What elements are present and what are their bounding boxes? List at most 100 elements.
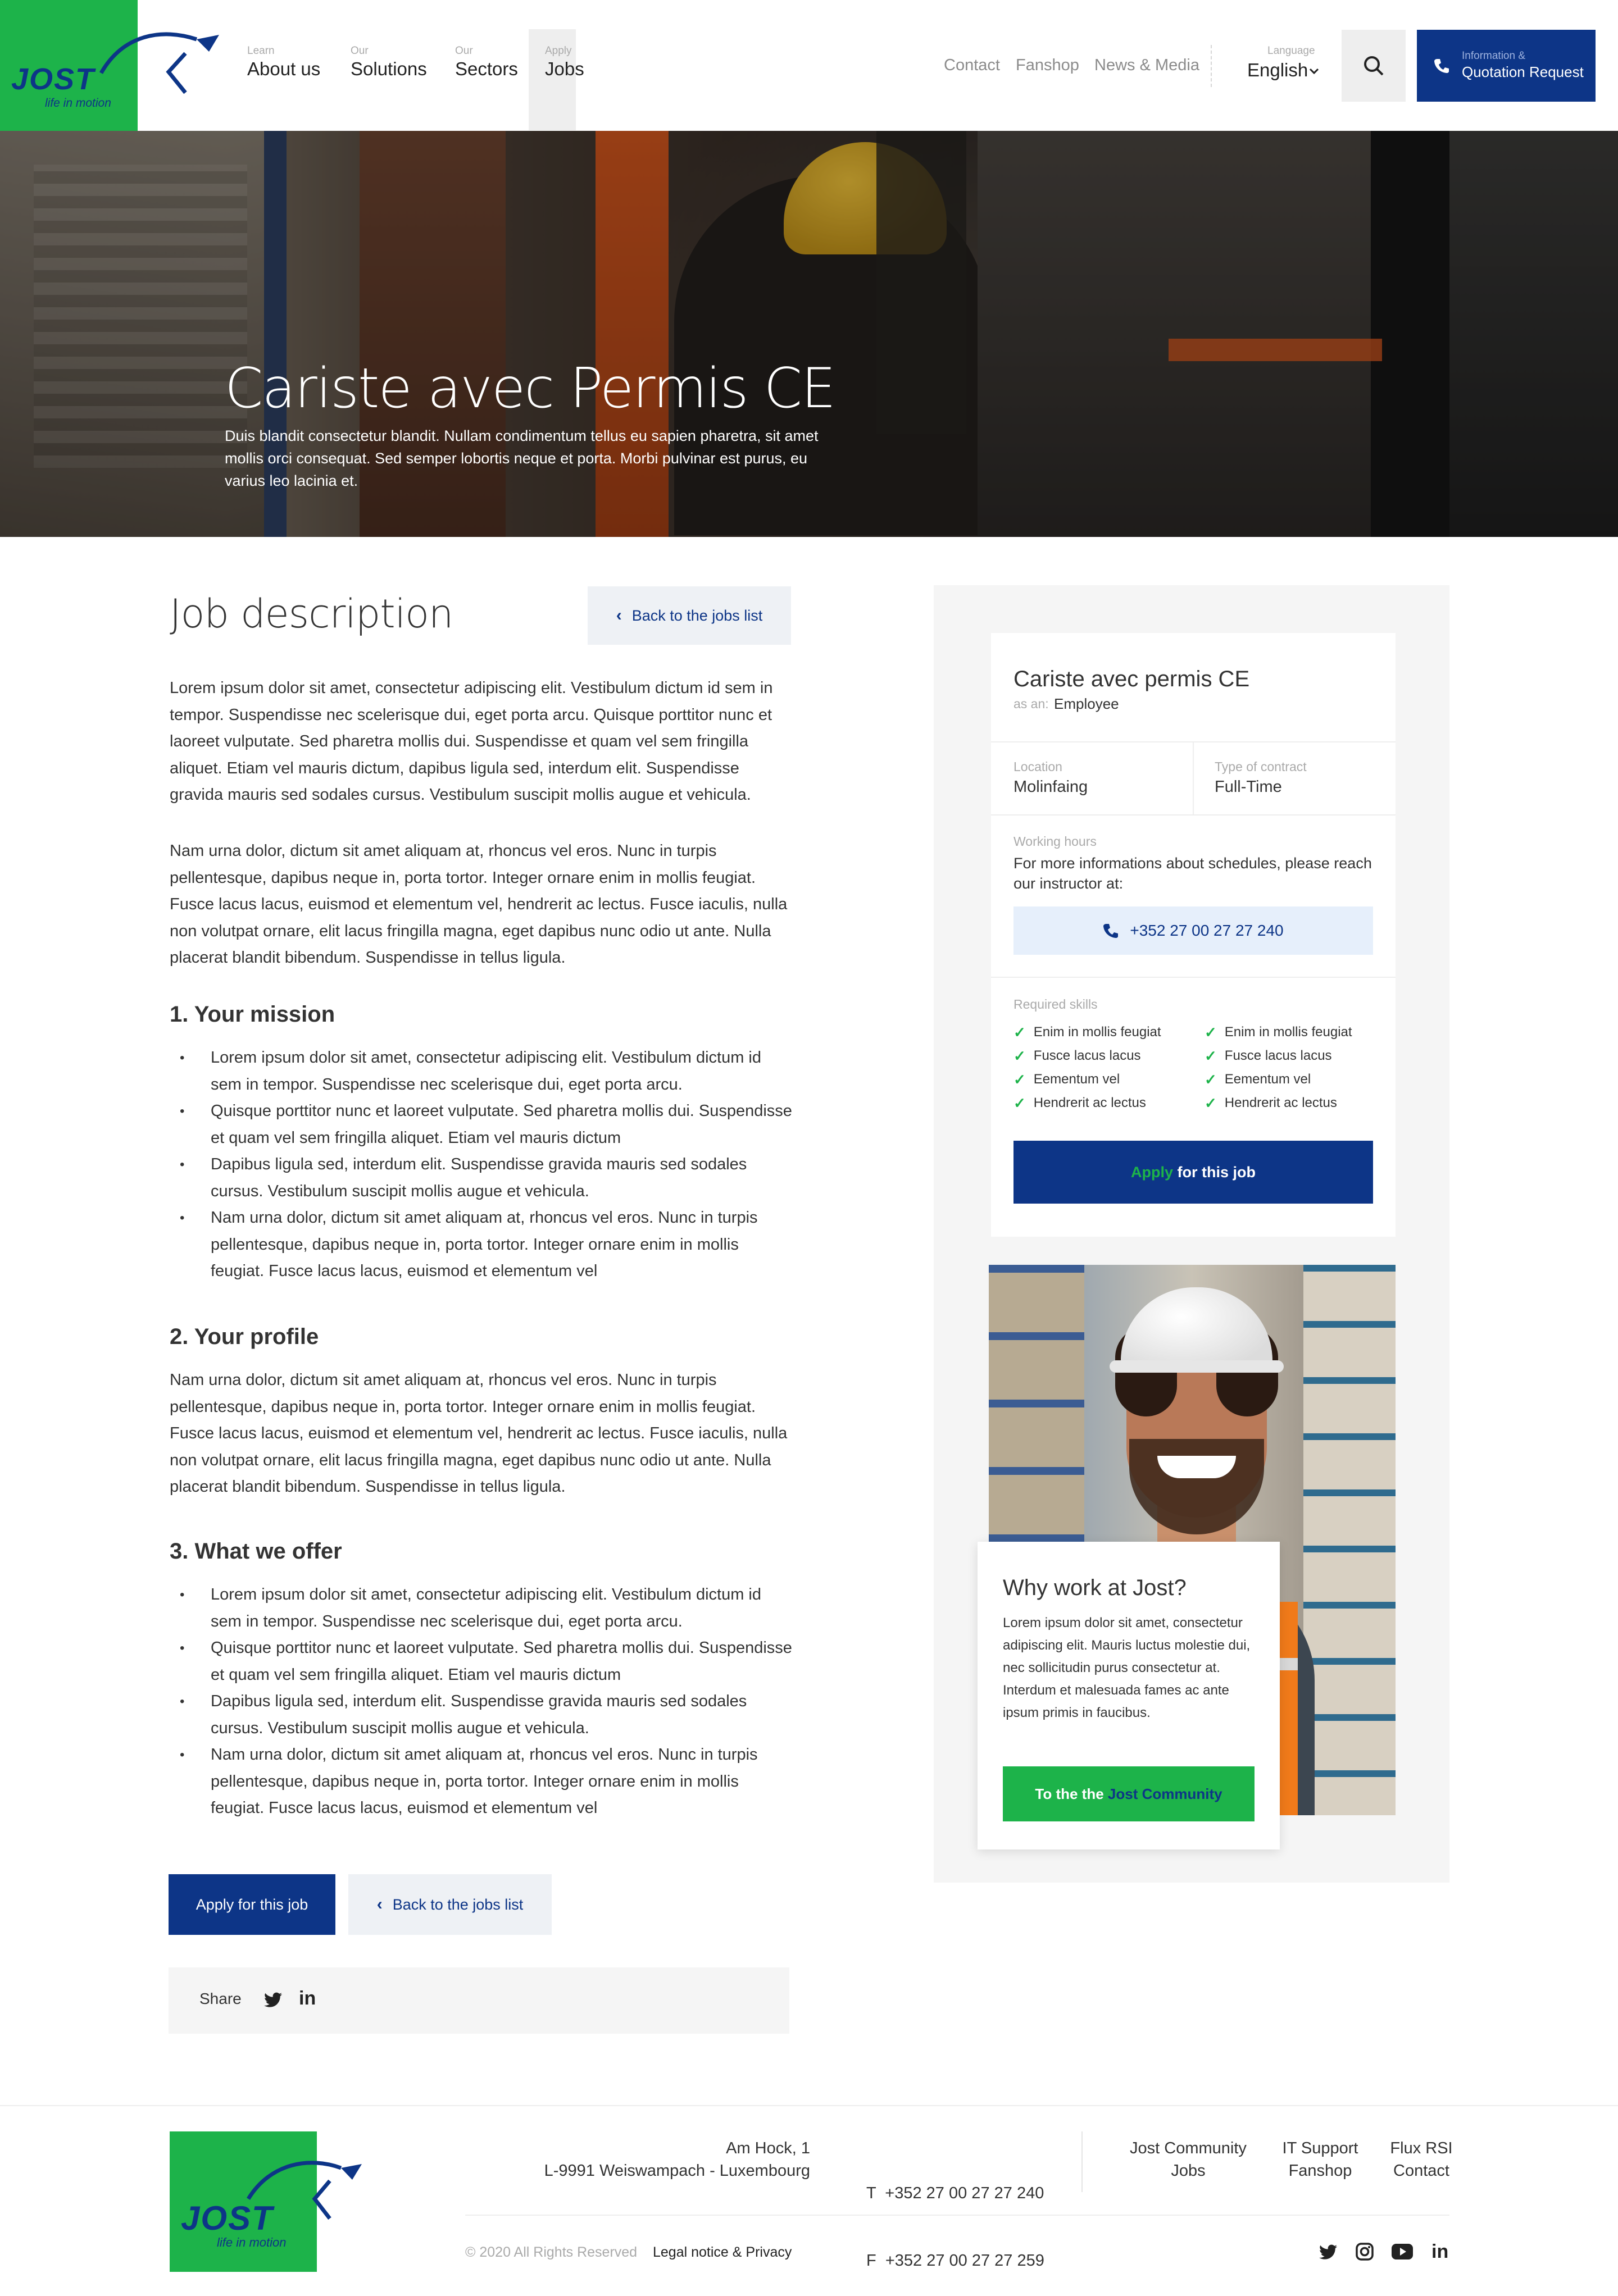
skill-item: ✓ Hendrerit ac lectus	[1013, 1091, 1161, 1115]
phone-icon	[1434, 59, 1449, 73]
working-hours-label: Working hours	[1013, 834, 1097, 849]
skill-item: ✓ Eementum vel	[1013, 1068, 1161, 1091]
check-icon: ✓	[1205, 1094, 1217, 1111]
address-line: L-9991 Weiswampach - Luxembourg	[544, 2162, 810, 2180]
divider	[991, 977, 1396, 978]
footer-link[interactable]: Jobs	[1129, 2160, 1247, 2182]
nav-item-about[interactable]: Learn About us	[247, 45, 320, 87]
card-title: Cariste avec permis CE	[1013, 667, 1250, 691]
apply-label: for this job	[1173, 1163, 1256, 1181]
footer-jost-logo[interactable]: JOST life in motion	[170, 2131, 362, 2272]
why-title: Why work at Jost?	[1003, 1575, 1187, 1600]
twitter-icon[interactable]	[1319, 2244, 1337, 2260]
share-label: Share	[199, 1990, 242, 2007]
skill-label: Fusce lacus lacus	[1033, 1048, 1141, 1063]
linkedin-icon[interactable]: in	[1431, 2241, 1448, 2263]
util-link-fanshop[interactable]: Fanshop	[1016, 56, 1079, 75]
footer-phone[interactable]: T +352 27 00 27 27 240	[866, 2182, 1044, 2204]
hero-banner: Cariste avec Permis CE Duis blandit cons…	[0, 131, 1618, 537]
list-item: Dapibus ligula sed, interdum elit. Suspe…	[180, 1688, 795, 1742]
nav-item-label: About us	[247, 58, 321, 79]
back-to-jobs-button[interactable]: ‹ Back to the jobs list	[348, 1874, 552, 1935]
chevron-down-icon	[1309, 68, 1319, 75]
check-icon: ✓	[1013, 1047, 1026, 1064]
contract-value: Full-Time	[1215, 778, 1282, 796]
nav-item-solutions[interactable]: Our Solutions	[351, 45, 427, 87]
profile-paragraph: Nam urna dolor, dictum sit amet aliquam …	[170, 1371, 788, 1496]
list-item: Lorem ipsum dolor sit amet, consectetur …	[180, 1582, 795, 1635]
nav-item-label: Sectors	[455, 58, 518, 79]
list-item: Quisque porttitor nunc et laoreet vulput…	[180, 1098, 795, 1151]
phone-icon	[1103, 924, 1119, 938]
phone-contact-button[interactable]: +352 27 00 27 27 240	[1013, 906, 1373, 955]
chevron-left-icon: ‹	[616, 606, 622, 625]
legal-link[interactable]: Legal notice & Privacy	[653, 2244, 792, 2261]
footer-link[interactable]: Jost Community	[1129, 2137, 1247, 2160]
skills-list-left: ✓ Enim in mollis feugiat ✓ Fusce lacus lac…	[1013, 1021, 1161, 1115]
skill-label: Enim in mollis feugiat	[1224, 1024, 1352, 1040]
apply-button[interactable]: Apply for this job	[1013, 1141, 1373, 1204]
apply-button[interactable]: Apply for this job	[169, 1874, 335, 1935]
language-value: English	[1247, 60, 1308, 80]
youtube-icon[interactable]	[1391, 2243, 1414, 2260]
nav-item-label: Jobs	[545, 58, 584, 79]
cta-label: Quotation Request	[1462, 63, 1584, 80]
location-label: Location	[1013, 759, 1062, 774]
divider	[1081, 2131, 1083, 2192]
check-icon: ✓	[1013, 1070, 1026, 1088]
skill-item: ✓ Fusce lacus lacus	[1205, 1044, 1352, 1068]
nav-item-small-label: Our	[455, 45, 473, 57]
copyright: © 2020 All Rights Reserved	[465, 2244, 638, 2260]
site-header: JOST life in motion Learn About us Our S…	[0, 0, 1618, 131]
contract-label: Type of contract	[1215, 759, 1307, 774]
card-as-label: as an:	[1013, 696, 1049, 711]
card-as-value: Employee	[1054, 695, 1119, 712]
jost-logo[interactable]: JOST life in motion	[0, 0, 219, 131]
nav-item-small-label: Our	[351, 45, 369, 57]
skill-label: Eementum vel	[1033, 1072, 1120, 1087]
footer-links-col: Flux RSI Contact	[1382, 2137, 1461, 2182]
job-summary-card: Cariste avec permis CE as an: Employee L…	[991, 633, 1396, 1237]
footer-link[interactable]: Contact	[1382, 2160, 1461, 2182]
intro-paragraph: Lorem ipsum dolor sit amet, consectetur …	[170, 679, 773, 804]
list-item: Quisque porttitor nunc et laoreet vulput…	[180, 1635, 795, 1688]
list-item: Nam urna dolor, dictum sit amet aliquam …	[180, 1742, 795, 1822]
back-button-label: Back to the jobs list	[631, 607, 763, 624]
language-label: Language	[1267, 45, 1315, 57]
footer-link[interactable]: Flux RSI	[1382, 2137, 1461, 2160]
apply-highlight: Apply	[1131, 1163, 1174, 1181]
quotation-request-button[interactable]: Information & Quotation Request	[1417, 30, 1596, 102]
skill-item: ✓ Eementum vel	[1205, 1068, 1352, 1091]
instagram-icon[interactable]	[1355, 2242, 1374, 2261]
logo-wordmark: JOST	[181, 2199, 274, 2237]
list-item: Dapibus ligula sed, interdum elit. Suspe…	[180, 1151, 795, 1205]
offer-list: Lorem ipsum dolor sit amet, consectetur …	[180, 1582, 795, 1822]
footer-address: Am Hock, 1 L-9991 Weiswampach - Luxembou…	[528, 2137, 810, 2182]
util-link-news[interactable]: News & Media	[1094, 56, 1199, 75]
check-icon: ✓	[1205, 1047, 1217, 1064]
logo-tagline: life in motion	[217, 2235, 287, 2249]
skill-label: Hendrerit ac lectus	[1224, 1095, 1337, 1110]
phone-number: +352 27 00 27 27 240	[1130, 922, 1284, 939]
nav-item-sectors[interactable]: Our Sectors	[455, 45, 518, 87]
nav-item-jobs[interactable]: Apply Jobs	[545, 45, 584, 87]
footer-links-col: Jost Community Jobs	[1129, 2137, 1247, 2182]
cta-small-label: Information &	[1462, 50, 1525, 62]
mission-list: Lorem ipsum dolor sit amet, consectetur …	[180, 1045, 795, 1285]
footer-top-border	[0, 2105, 1618, 2106]
twitter-icon[interactable]	[264, 1992, 282, 2008]
section-title-offer: 3. What we offer	[170, 1539, 342, 1564]
nav-item-label: Solutions	[351, 58, 427, 79]
search-button[interactable]	[1342, 30, 1406, 102]
footer-link[interactable]: IT Support	[1275, 2137, 1365, 2160]
skill-label: Fusce lacus lacus	[1224, 1048, 1332, 1063]
back-to-jobs-button[interactable]: ‹ Back to the jobs list	[588, 586, 791, 645]
util-link-contact[interactable]: Contact	[944, 56, 1000, 75]
linkedin-icon[interactable]: in	[299, 1988, 316, 2010]
why-work-card: Why work at Jost? Lorem ipsum dolor sit …	[978, 1542, 1280, 1849]
skill-item: ✓ Hendrerit ac lectus	[1205, 1091, 1352, 1115]
divider	[1211, 45, 1212, 87]
jost-community-button[interactable]: To the the Jost Community	[1003, 1766, 1255, 1821]
working-hours-text: For more informations about schedules, p…	[1013, 855, 1372, 892]
footer-link[interactable]: Fanshop	[1275, 2160, 1365, 2182]
